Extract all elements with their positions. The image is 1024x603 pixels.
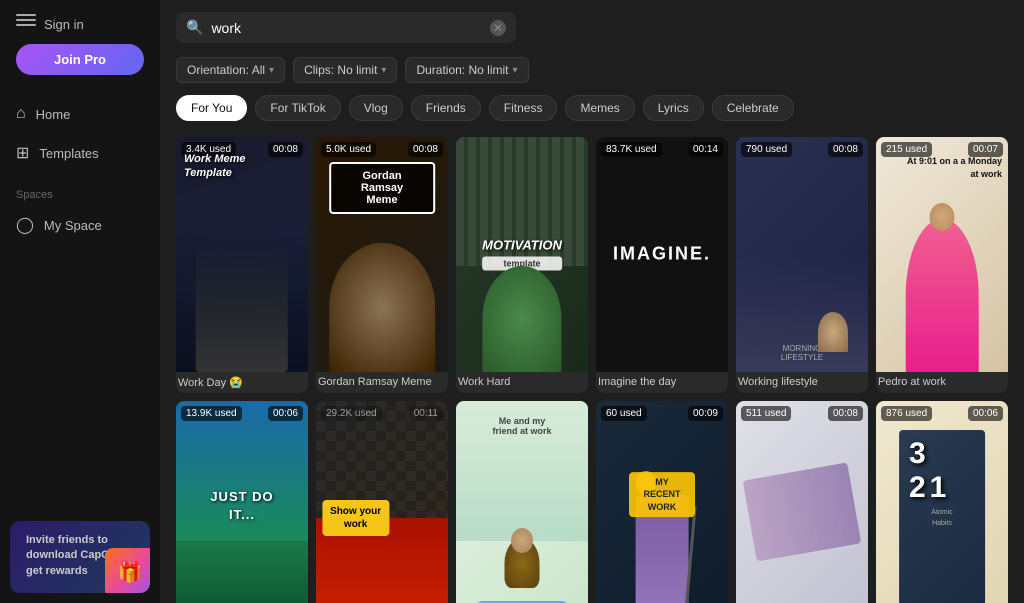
tag-bar: For You For TikTok Vlog Friends Fitness …: [160, 91, 1024, 129]
card-title: Work Hard: [458, 376, 586, 388]
tag-vlog[interactable]: Vlog: [349, 95, 403, 121]
card-thumbnail: 13.9K used 00:06 JUST DO IT...: [176, 401, 308, 603]
tag-friends[interactable]: Friends: [411, 95, 481, 121]
sidebar-item-templates[interactable]: ⊞ Templates: [0, 133, 160, 173]
card-thumbnail: 138 used 00:04 MOTIVATION template: [456, 137, 588, 372]
card-badge: 83.7K used: [601, 142, 662, 157]
card-title: Gordan Ramsay Meme: [318, 376, 446, 388]
card-duration: 00:08: [268, 142, 303, 157]
card-thumbnail: 215 used 00:07 At 9:01 on a a Mondayat w…: [876, 137, 1008, 372]
card-duration: 00:09: [688, 406, 723, 421]
template-card-work-hard[interactable]: 138 used 00:04 MOTIVATION template Work …: [456, 137, 588, 393]
sidebar-item-home[interactable]: ⌂ Home: [0, 95, 160, 133]
sidebar-top: Sign in: [0, 0, 160, 44]
sign-in-link[interactable]: Sign in: [44, 17, 84, 32]
tag-memes[interactable]: Memes: [565, 95, 634, 121]
search-input[interactable]: [211, 20, 482, 36]
card-badge: 511 used: [741, 406, 791, 421]
home-icon: ⌂: [16, 105, 26, 123]
search-input-wrap[interactable]: 🔍 ✕: [176, 12, 516, 43]
template-grid-container[interactable]: 3.4K used 00:08 Work MemeTemplate Work D…: [160, 129, 1024, 603]
chevron-down-icon: ▾: [512, 65, 517, 76]
myspace-icon: ◯: [16, 215, 34, 235]
clips-filter[interactable]: Clips: No limit ▾: [293, 57, 397, 83]
card-duration: 00:06: [268, 406, 303, 421]
card-info: Working lifestyle: [736, 372, 868, 392]
card-duration: 00:08: [828, 142, 863, 157]
card-thumbnail: 29.2K used 00:11 Show yourwork: [316, 401, 448, 603]
card-duration: 00:06: [968, 406, 1003, 421]
card-duration: 00:08: [828, 406, 863, 421]
search-bar: 🔍 ✕: [160, 0, 1024, 51]
reward-image: 🎁: [105, 548, 150, 593]
tag-fortiktok[interactable]: For TikTok: [255, 95, 340, 121]
card-badge: 13.9K used: [181, 406, 242, 421]
join-pro-button[interactable]: Join Pro: [16, 44, 144, 75]
template-card-imagine[interactable]: 83.7K used 00:14 IMAGINE. Imagine the da…: [596, 137, 728, 393]
card-info: Work Hard: [456, 372, 588, 392]
template-grid: 3.4K used 00:08 Work MemeTemplate Work D…: [176, 137, 1008, 603]
card-thumbnail: 876 used 00:06 Atomic Habits 3 21: [876, 401, 1008, 603]
card-info: Imagine the day: [596, 372, 728, 392]
card-info: Pedro at work: [876, 372, 1008, 392]
template-card-just-do-it[interactable]: 13.9K used 00:06 JUST DO IT... Just do i…: [176, 401, 308, 603]
template-card-working-lifestyle[interactable]: 790 used 00:08 MORNING LIFESTYLE Working…: [736, 137, 868, 393]
tag-foryou[interactable]: For You: [176, 95, 247, 121]
card-thumbnail: 483 used 00:09 Me and my friend at work …: [456, 401, 588, 603]
card-badge: 790 used: [741, 142, 792, 157]
template-card-work-day[interactable]: 3.4K used 00:08 Work MemeTemplate Work D…: [176, 137, 308, 393]
card-badge: 876 used: [881, 406, 932, 421]
card-title: Working lifestyle: [738, 376, 866, 388]
card-duration: 00:14: [688, 142, 723, 157]
spaces-label: Spaces: [0, 177, 160, 205]
main-content: 🔍 ✕ Orientation: All ▾ Clips: No limit ▾…: [160, 0, 1024, 603]
template-card-gordon[interactable]: 5.0K used 00:08 Gordan RamsayMeme Gordan…: [316, 137, 448, 393]
card-badge: 60 used: [601, 406, 647, 421]
tag-celebrate[interactable]: Celebrate: [712, 95, 794, 121]
tag-lyrics[interactable]: Lyrics: [643, 95, 704, 121]
card-title: Imagine the day: [598, 376, 726, 388]
template-card-my-work[interactable]: 60 used 00:09 MY RECENTWORK My work rece…: [596, 401, 728, 603]
card-thumbnail: 60 used 00:09 MY RECENTWORK: [596, 401, 728, 603]
templates-icon: ⊞: [16, 143, 29, 163]
card-duration: 00:08: [408, 142, 443, 157]
chevron-down-icon: ▾: [381, 65, 386, 76]
template-card-hozier[interactable]: 511 used 00:08 I'll never learn to live.…: [736, 401, 868, 603]
card-thumbnail: 511 used 00:08 I'll never learn to live.…: [736, 401, 868, 603]
card-badge: 5.0K used: [321, 142, 376, 157]
template-card-pedro-work[interactable]: 215 used 00:07 At 9:01 on a a Mondayat w…: [876, 137, 1008, 393]
search-icon: 🔍: [186, 19, 203, 36]
clear-icon[interactable]: ✕: [490, 20, 506, 36]
card-title: Work Day 😭: [178, 376, 306, 389]
chevron-down-icon: ▾: [269, 65, 274, 76]
invite-banner[interactable]: Invite friends to download CapCut to get…: [10, 521, 150, 593]
template-card-atomic-habits[interactable]: 876 used 00:06 Atomic Habits 3 21: [876, 401, 1008, 603]
templates-label: Templates: [39, 146, 98, 161]
card-thumbnail: 83.7K used 00:14 IMAGINE.: [596, 137, 728, 372]
sidebar-item-myspace[interactable]: ◯ My Space: [0, 205, 160, 245]
template-card-work-meme[interactable]: 483 used 00:09 Me and my friend at work …: [456, 401, 588, 603]
card-thumbnail: 3.4K used 00:08 Work MemeTemplate: [176, 137, 308, 372]
template-card-show-work[interactable]: 29.2K used 00:11 Show yourwork Show your…: [316, 401, 448, 603]
orientation-filter[interactable]: Orientation: All ▾: [176, 57, 285, 83]
home-label: Home: [36, 107, 71, 122]
menu-icon[interactable]: [16, 14, 36, 34]
card-info: Gordan Ramsay Meme: [316, 372, 448, 392]
card-thumbnail: 5.0K used 00:08 Gordan RamsayMeme: [316, 137, 448, 372]
card-title: Pedro at work: [878, 376, 1006, 388]
myspace-label: My Space: [44, 218, 102, 233]
tag-fitness[interactable]: Fitness: [489, 95, 558, 121]
sidebar: Sign in Join Pro ⌂ Home ⊞ Templates Spac…: [0, 0, 160, 603]
duration-filter[interactable]: Duration: No limit ▾: [405, 57, 528, 83]
card-thumbnail: 790 used 00:08 MORNING LIFESTYLE: [736, 137, 868, 372]
card-info: Work Day 😭: [176, 372, 308, 393]
sidebar-nav: ⌂ Home ⊞ Templates: [0, 91, 160, 177]
filter-bar: Orientation: All ▾ Clips: No limit ▾ Dur…: [160, 51, 1024, 91]
